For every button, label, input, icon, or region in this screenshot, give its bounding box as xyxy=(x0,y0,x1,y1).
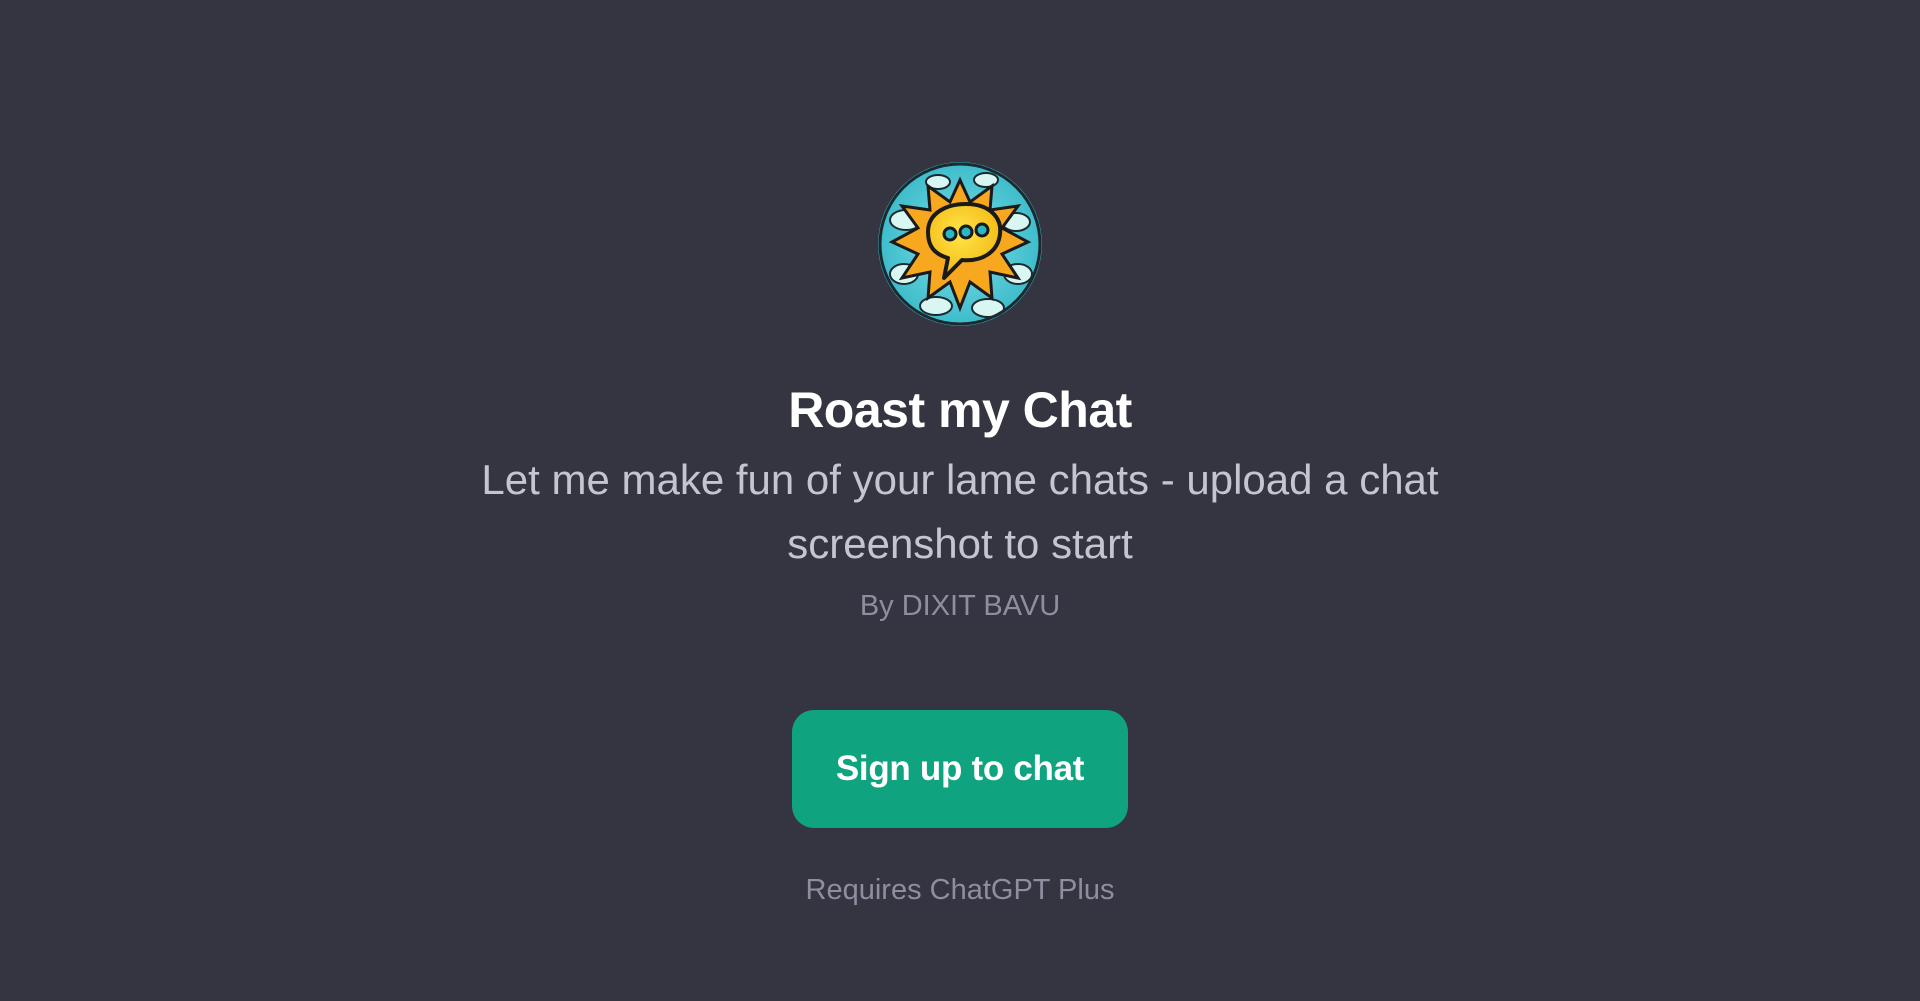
gpt-description: Let me make fun of your lame chats - upl… xyxy=(481,456,1439,567)
gpt-title: Roast my Chat xyxy=(788,382,1132,438)
sign-up-button[interactable]: Sign up to chat xyxy=(792,710,1128,828)
gpt-avatar xyxy=(878,162,1042,326)
gpt-landing-page: Roast my Chat Let me make fun of your la… xyxy=(0,0,1920,1001)
plan-requirement-note: Requires ChatGPT Plus xyxy=(805,874,1115,906)
comic-speech-bubble-icon xyxy=(878,162,1042,326)
gpt-author: By DIXIT BAVU xyxy=(859,590,1061,622)
